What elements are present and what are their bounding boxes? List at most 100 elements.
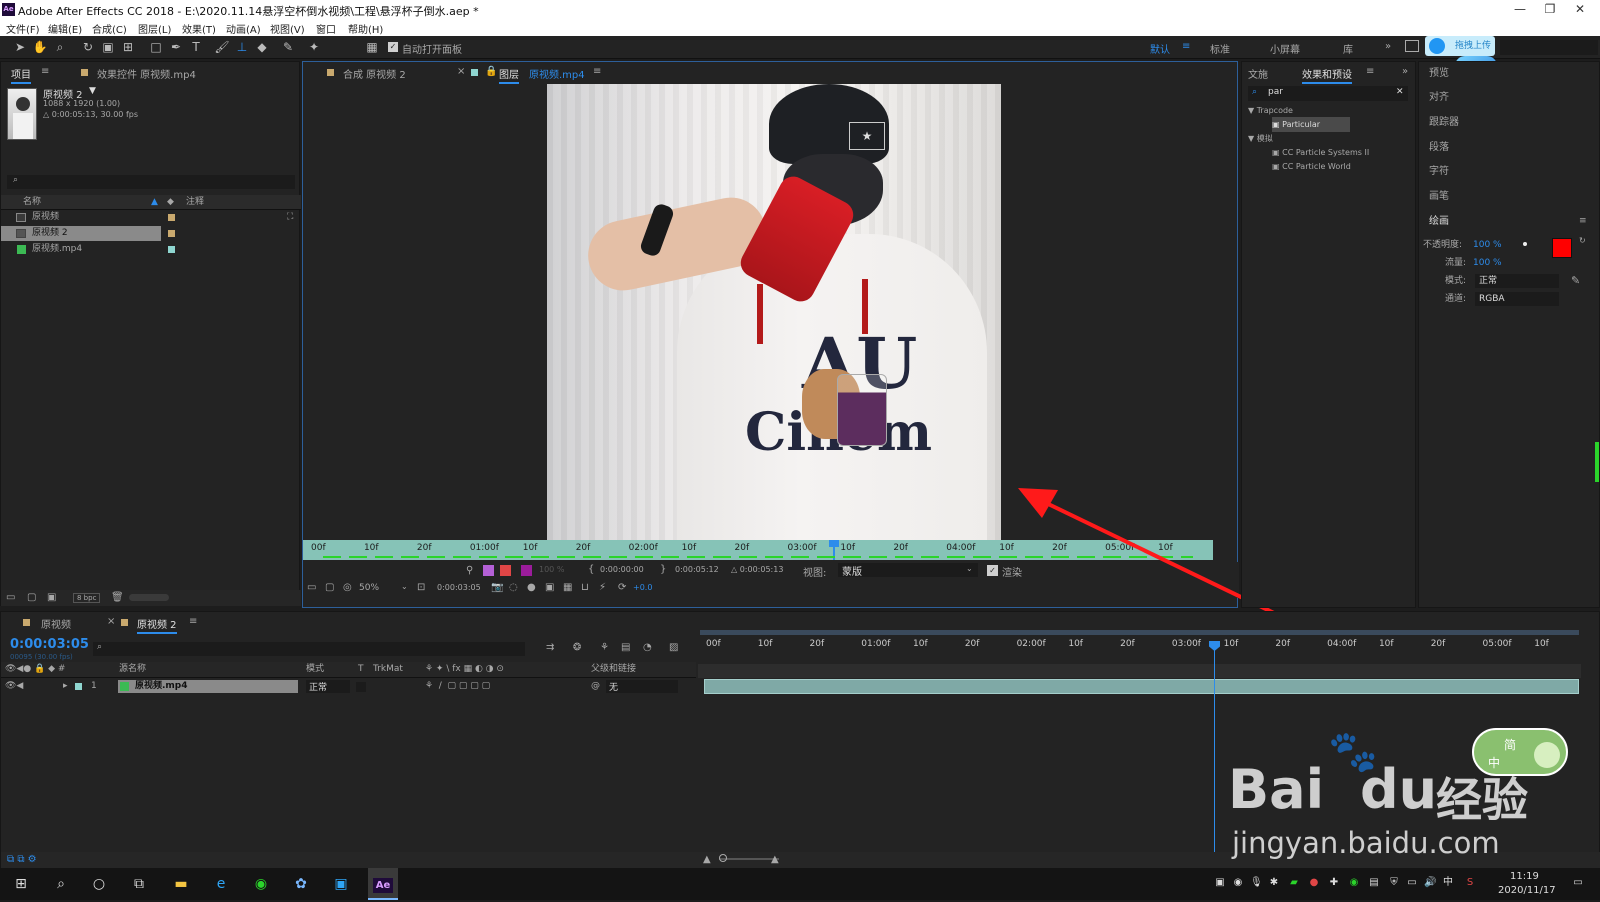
- sync-icon[interactable]: [1405, 40, 1419, 52]
- type-tool-icon[interactable]: T: [188, 39, 204, 55]
- column-name[interactable]: 名称: [23, 195, 41, 210]
- tab-close-icon[interactable]: ×: [107, 616, 115, 627]
- project-search-input[interactable]: ⌕: [7, 175, 295, 189]
- project-item[interactable]: 原视频 ⛶: [1, 210, 301, 225]
- visibility-icon[interactable]: 👁◀: [5, 679, 23, 694]
- column-source-name[interactable]: 源名称: [119, 662, 146, 677]
- sogou-icon[interactable]: S: [1464, 877, 1476, 889]
- layer-row[interactable]: 👁◀ ▸ 1 原视频.mp4 正常 ⚘ / ▢ ▢ ▢ ▢ @ 无: [1, 679, 696, 694]
- brush-tool-icon[interactable]: 🖌: [214, 39, 230, 55]
- notifications-icon[interactable]: ▭: [1572, 877, 1584, 889]
- reset-exposure-icon[interactable]: ⟳: [618, 582, 626, 593]
- new-composition-icon[interactable]: ▣: [47, 592, 56, 603]
- flowchart-icon[interactable]: ⛶: [287, 210, 293, 225]
- comp-mini-flowchart-icon[interactable]: ⇉: [546, 642, 554, 653]
- transparency-grid-icon[interactable]: ▦: [563, 582, 572, 593]
- work-area-bar[interactable]: [700, 630, 1579, 635]
- shield-icon[interactable]: ⛨: [1388, 877, 1400, 889]
- tab-project[interactable]: 项目: [11, 66, 31, 84]
- cortana-icon[interactable]: ○: [88, 873, 110, 895]
- panel-paragraph[interactable]: 段落: [1429, 140, 1449, 155]
- panel-character[interactable]: 字符: [1429, 164, 1449, 179]
- taskbar-ime[interactable]: 中: [1442, 877, 1454, 889]
- effects-menu-icon[interactable]: ≡: [1366, 66, 1374, 77]
- swap-colors-icon[interactable]: ↻: [1579, 236, 1586, 245]
- network-icon[interactable]: ▭: [1406, 877, 1418, 889]
- region-of-interest-icon[interactable]: ▣: [545, 582, 554, 593]
- workspace-small-screen[interactable]: 小屏幕: [1270, 41, 1300, 56]
- layer-name[interactable]: 原视频.mp4: [135, 679, 188, 694]
- scroll-indicator[interactable]: [1595, 442, 1599, 482]
- more-workspaces-icon[interactable]: »: [1385, 41, 1391, 52]
- effect-cc-particle-world[interactable]: ▣ CC Particle World: [1272, 159, 1351, 174]
- camera-tool-icon[interactable]: ▣: [100, 39, 116, 55]
- tray-icon[interactable]: ●: [1308, 877, 1320, 889]
- file-explorer-icon[interactable]: ▬: [170, 873, 192, 895]
- column-comment[interactable]: 注释: [186, 195, 204, 210]
- out-time[interactable]: 0:00:05:12: [675, 565, 719, 574]
- preserve-transparency-checkbox[interactable]: [356, 682, 366, 692]
- menu-layer[interactable]: 图层(L): [138, 21, 171, 36]
- hand-tool-icon[interactable]: ✋: [32, 39, 48, 55]
- tray-icon[interactable]: ▣: [1214, 877, 1226, 889]
- timeline-playhead-line[interactable]: [1214, 642, 1215, 864]
- menu-help[interactable]: 帮助(H): [348, 21, 383, 36]
- project-item[interactable]: 原视频.mp4: [1, 242, 301, 257]
- menu-animation[interactable]: 动画(A): [226, 21, 261, 36]
- workspace-default[interactable]: 默认: [1150, 41, 1170, 56]
- opacity-value[interactable]: 100 %: [1473, 238, 1502, 253]
- snapshot-icon[interactable]: 📷: [491, 582, 503, 593]
- group-simulation[interactable]: ▼ 模拟: [1248, 131, 1273, 146]
- layer-mode-select[interactable]: 正常: [306, 680, 350, 693]
- lock-icon[interactable]: 🔒: [485, 66, 497, 77]
- new-folder-icon[interactable]: ▢: [27, 592, 36, 603]
- resolution-icon[interactable]: ⊡: [417, 582, 425, 593]
- workspace-library[interactable]: 库: [1343, 41, 1353, 56]
- auto-open-checkbox[interactable]: ✓: [388, 42, 398, 52]
- tab-layer[interactable]: 图层: [499, 66, 519, 84]
- close-icon[interactable]: ✕: [1560, 1, 1600, 18]
- clear-search-icon[interactable]: ✕: [1396, 87, 1404, 97]
- expand-layer-icon[interactable]: ▸: [63, 679, 68, 694]
- clock-time[interactable]: 11:19: [1510, 871, 1539, 882]
- magenta-channel-icon[interactable]: [521, 565, 532, 576]
- task-view-icon[interactable]: ⧉: [128, 873, 150, 895]
- tray-icon[interactable]: ✱: [1268, 877, 1280, 889]
- layer-source-name[interactable]: 原视频.mp4: [529, 66, 585, 81]
- preview-dropdown-icon[interactable]: ▼: [89, 86, 96, 96]
- menu-view[interactable]: 视图(V): [270, 21, 305, 36]
- timeline-current-time[interactable]: 0:00:03:05: [10, 637, 89, 652]
- monitor-icon[interactable]: ▢: [325, 582, 334, 593]
- fast-preview-icon[interactable]: ⚡: [599, 582, 606, 593]
- clock-date[interactable]: 2020/11/17: [1498, 885, 1556, 896]
- timeline-search-input[interactable]: ⌕: [93, 642, 525, 656]
- group-trapcode[interactable]: ▼ Trapcode: [1248, 103, 1293, 118]
- alpha-channel-icon[interactable]: [483, 565, 494, 576]
- tab-composition[interactable]: 合成 原视频 2: [343, 66, 406, 81]
- wechat-tray-icon[interactable]: ◉: [1348, 877, 1360, 889]
- panel-align[interactable]: 对齐: [1429, 90, 1449, 105]
- zoom-slider-thumb[interactable]: [719, 854, 727, 862]
- wechat-icon[interactable]: ◉: [250, 873, 272, 895]
- menu-file[interactable]: 文件(F): [6, 21, 40, 36]
- nvidia-icon[interactable]: ▰: [1288, 877, 1300, 889]
- search-icon[interactable]: ⌕: [50, 873, 72, 895]
- vr-icon[interactable]: ◎: [343, 582, 352, 593]
- layer-switches[interactable]: ⚘ / ▢ ▢ ▢ ▢: [425, 679, 490, 694]
- clone-stamp-tool-icon[interactable]: ⊥: [234, 39, 250, 55]
- panel-tracker[interactable]: 跟踪器: [1429, 115, 1459, 130]
- column-trkmat[interactable]: TrkMat: [373, 662, 403, 677]
- column-mode[interactable]: 模式: [306, 662, 324, 677]
- color-channels-icon[interactable]: ●: [527, 582, 536, 593]
- zoom-out-icon[interactable]: ▲: [703, 854, 711, 865]
- project-menu-icon[interactable]: ≡: [41, 66, 49, 77]
- zoom-in-icon[interactable]: ▲: [771, 854, 779, 865]
- windows-start-icon[interactable]: ⊞: [10, 873, 32, 895]
- bpc-button[interactable]: 8 bpc: [73, 593, 101, 603]
- shy-layers-icon[interactable]: ⚘: [600, 642, 609, 653]
- tab-effects-presets[interactable]: 效果和预设: [1302, 66, 1352, 84]
- frame-blending-icon[interactable]: ▤: [621, 642, 630, 653]
- pin-icon[interactable]: ⚲: [466, 565, 473, 576]
- eraser-tool-icon[interactable]: ◆: [254, 39, 270, 55]
- in-time[interactable]: 0:00:00:00: [600, 565, 644, 574]
